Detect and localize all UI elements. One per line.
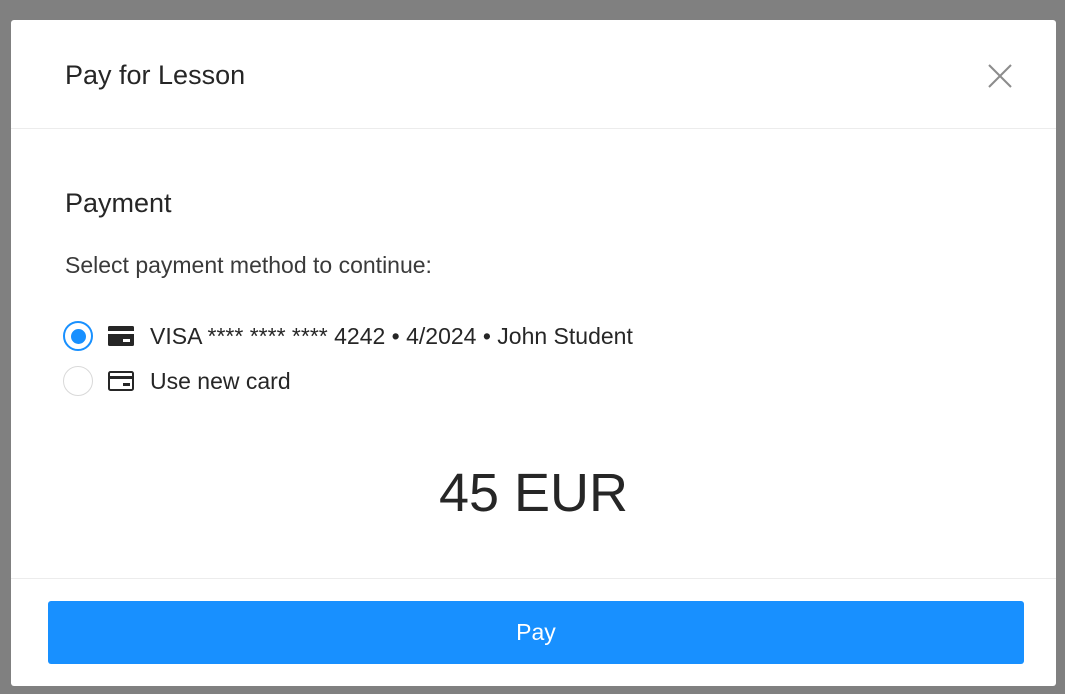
credit-card-outline-icon — [108, 371, 134, 391]
radio-saved-card[interactable] — [63, 321, 93, 351]
payment-heading: Payment — [65, 188, 172, 218]
new-card-label: Use new card — [150, 368, 291, 394]
modal-header: Pay for Lesson — [11, 20, 1056, 129]
payment-option-new-card[interactable]: Use new card — [63, 364, 291, 398]
payment-amount: 45 EUR — [438, 463, 629, 523]
radio-new-card[interactable] — [63, 366, 93, 396]
payment-modal: Pay for Lesson Payment Select payment me… — [11, 20, 1056, 686]
modal-footer: Pay — [11, 578, 1056, 686]
close-icon — [988, 64, 1012, 88]
payment-instruction: Select payment method to continue: — [65, 252, 432, 278]
pay-button[interactable]: Pay — [48, 601, 1024, 664]
payment-option-saved-card[interactable]: VISA **** **** **** 4242 • 4/2024 • John… — [63, 319, 633, 353]
close-button[interactable] — [987, 63, 1013, 89]
modal-title: Pay for Lesson — [65, 60, 246, 90]
saved-card-label: VISA **** **** **** 4242 • 4/2024 • John… — [150, 323, 633, 349]
credit-card-filled-icon — [108, 326, 134, 346]
